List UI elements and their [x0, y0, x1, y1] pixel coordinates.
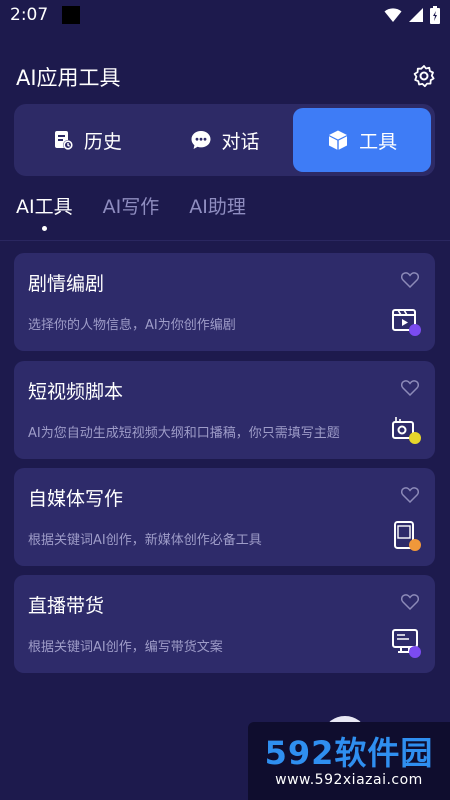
- battery-icon: [430, 6, 440, 24]
- tool-card-script[interactable]: 剧情编剧 选择你的人物信息，AI为你创作编剧: [14, 253, 435, 351]
- heart-icon[interactable]: [401, 487, 419, 503]
- tab-chat[interactable]: 对话: [156, 108, 294, 172]
- tab-history[interactable]: 历史: [18, 108, 156, 172]
- card-title: 剧情编剧: [28, 273, 105, 295]
- page-title: AI应用工具: [16, 66, 121, 90]
- tablet-icon: [394, 521, 421, 551]
- active-indicator-dot: [41, 226, 47, 231]
- watermark-url: www.592xiazai.com: [275, 772, 423, 788]
- notification-icon: [62, 6, 81, 24]
- tab-tools-label: 工具: [359, 130, 398, 153]
- subtab-ai-assistant-label: AI助理: [189, 196, 246, 218]
- card-title: 直播带货: [28, 595, 105, 617]
- subtab-ai-writing[interactable]: AI写作: [103, 192, 160, 219]
- watermark: 592软件园 www.592xiazai.com: [248, 722, 450, 800]
- subtab-ai-assistant[interactable]: AI助理: [189, 192, 246, 219]
- tab-tools[interactable]: 工具: [293, 108, 432, 172]
- status-icons: [384, 6, 440, 24]
- tab-chat-label: 对话: [221, 130, 260, 153]
- heart-icon[interactable]: [401, 272, 419, 288]
- subtab-ai-tools-label: AI工具: [16, 196, 73, 218]
- tool-card-we-media[interactable]: 自媒体写作 根据关键词AI创作，新媒体创作必备工具: [14, 468, 435, 566]
- sub-tabs: AI工具 AI写作 AI助理: [16, 192, 246, 231]
- card-description: AI为您自动生成短视频大纲和口播稿，你只需填写主题: [28, 426, 340, 441]
- subtab-ai-writing-label: AI写作: [102, 196, 160, 218]
- subtab-ai-tools[interactable]: AI工具: [16, 192, 73, 231]
- gear-icon[interactable]: [412, 64, 436, 88]
- divider: [0, 240, 450, 241]
- heart-icon[interactable]: [401, 594, 419, 610]
- heart-icon[interactable]: [401, 380, 419, 396]
- camera-icon: [392, 417, 421, 444]
- tool-card-live-commerce[interactable]: 直播带货 根据关键词AI创作，编写带货文案: [14, 575, 435, 673]
- tool-card-short-video[interactable]: 短视频脚本 AI为您自动生成短视频大纲和口播稿，你只需填写主题: [14, 361, 435, 459]
- cube-icon: [329, 130, 348, 150]
- tab-history-label: 历史: [83, 130, 122, 153]
- status-bar: 2:07: [0, 0, 450, 30]
- history-document-icon: [54, 131, 73, 150]
- chat-bubble-icon: [191, 131, 210, 149]
- status-time: 2:07: [10, 5, 49, 25]
- card-description: 根据关键词AI创作，新媒体创作必备工具: [28, 533, 262, 548]
- wifi-icon: [384, 8, 402, 22]
- signal-icon: [409, 8, 423, 22]
- video-script-icon: [392, 309, 421, 336]
- main-segment-control: 历史 对话 工具: [14, 104, 435, 176]
- watermark-logo: 592软件园: [264, 734, 434, 772]
- monitor-icon: [392, 629, 421, 658]
- card-description: 根据关键词AI创作，编写带货文案: [28, 640, 223, 655]
- card-title: 短视频脚本: [28, 381, 124, 403]
- card-description: 选择你的人物信息，AI为你创作编剧: [28, 318, 236, 333]
- card-title: 自媒体写作: [28, 488, 124, 510]
